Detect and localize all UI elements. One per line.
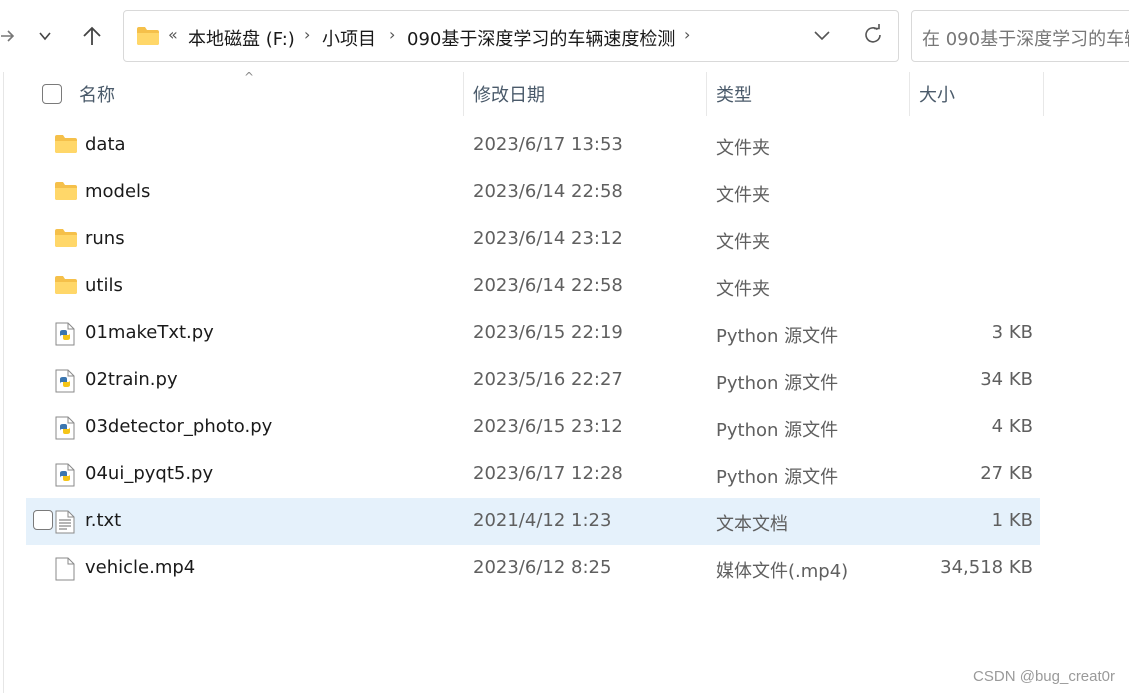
file-name[interactable]: runs <box>85 228 125 249</box>
file-type: Python 源文件 <box>716 420 839 441</box>
list-item[interactable]: vehicle.mp4 2023/6/12 8:25 媒体文件(.mp4) 34… <box>26 545 1040 592</box>
file-name[interactable]: 01makeTxt.py <box>85 322 214 343</box>
file-size: 34,518 KB <box>940 557 1033 578</box>
folder-icon <box>55 182 77 200</box>
file-type: Python 源文件 <box>716 326 839 347</box>
file-name[interactable]: 03detector_photo.py <box>85 416 272 437</box>
file-type: 文件夹 <box>716 279 770 300</box>
folder-icon <box>137 27 159 45</box>
search-box[interactable]: 在 090基于深度学习的车辆速度检测中搜索 <box>911 10 1129 62</box>
file-date: 2023/5/16 22:27 <box>473 369 623 390</box>
file-date: 2023/6/12 8:25 <box>473 557 612 578</box>
column-divider[interactable] <box>909 72 910 116</box>
file-date: 2023/6/14 22:58 <box>473 275 623 296</box>
generic-file-icon <box>55 557 75 581</box>
python-file-icon <box>55 369 75 393</box>
file-type: 文件夹 <box>716 185 770 206</box>
file-type: Python 源文件 <box>716 467 839 488</box>
list-item[interactable]: models 2023/6/14 22:58 文件夹 <box>26 169 1040 216</box>
row-checkbox[interactable] <box>33 510 53 530</box>
folder-icon <box>55 276 77 294</box>
file-name[interactable]: 02train.py <box>85 369 178 390</box>
watermark: CSDN @bug_creat0r <box>973 668 1115 685</box>
recent-locations-button[interactable] <box>30 18 60 54</box>
file-date: 2023/6/15 23:12 <box>473 416 623 437</box>
file-date: 2023/6/17 12:28 <box>473 463 623 484</box>
list-item[interactable]: data 2023/6/17 13:53 文件夹 <box>26 122 1040 169</box>
address-dropdown-icon[interactable] <box>812 25 832 45</box>
folder-icon <box>55 135 77 153</box>
column-divider[interactable] <box>706 72 707 116</box>
file-name[interactable]: utils <box>85 275 123 296</box>
search-input[interactable]: 在 090基于深度学习的车辆速度检测中搜索 <box>922 25 1129 51</box>
arrow-up-icon <box>83 26 101 45</box>
list-item[interactable]: utils 2023/6/14 22:58 文件夹 <box>26 263 1040 310</box>
file-date: 2021/4/12 1:23 <box>473 510 612 531</box>
breadcrumb-current[interactable]: 090基于深度学习的车辆速度检测 <box>407 25 675 51</box>
list-item[interactable]: 03detector_photo.py 2023/6/15 23:12 Pyth… <box>26 404 1040 451</box>
list-item[interactable]: 04ui_pyqt5.py 2023/6/17 12:28 Python 源文件… <box>26 451 1040 498</box>
column-size[interactable]: 大小 <box>919 81 955 107</box>
column-type[interactable]: 类型 <box>716 81 752 107</box>
file-type: 文件夹 <box>716 232 770 253</box>
column-date[interactable]: 修改日期 <box>473 81 545 107</box>
column-header: 名称 修改日期 类型 大小 <box>26 72 1046 116</box>
toolbar: « 本地磁盘 (F:) › 小项目 › 090基于深度学习的车辆速度检测 › 在… <box>0 0 1129 72</box>
file-size: 27 KB <box>980 463 1033 484</box>
file-list: data 2023/6/17 13:53 文件夹 models 2023/6/1… <box>26 122 1040 592</box>
breadcrumb-drive[interactable]: 本地磁盘 (F:) <box>188 25 295 51</box>
breadcrumb-separator[interactable]: › <box>389 25 395 44</box>
file-name[interactable]: 04ui_pyqt5.py <box>85 463 213 484</box>
file-name[interactable]: r.txt <box>85 510 121 531</box>
chevron-down-icon <box>39 32 51 41</box>
arrow-right-icon <box>1 30 15 42</box>
breadcrumb-folder[interactable]: 小项目 <box>322 25 376 51</box>
file-date: 2023/6/17 13:53 <box>473 134 623 155</box>
forward-button[interactable] <box>0 18 22 54</box>
list-item[interactable]: 02train.py 2023/5/16 22:27 Python 源文件 34… <box>26 357 1040 404</box>
python-file-icon <box>55 322 75 346</box>
text-file-icon <box>55 510 75 534</box>
file-name[interactable]: vehicle.mp4 <box>85 557 195 578</box>
file-name[interactable]: models <box>85 181 150 202</box>
list-item[interactable]: runs 2023/6/14 23:12 文件夹 <box>26 216 1040 263</box>
list-item[interactable]: 01makeTxt.py 2023/6/15 22:19 Python 源文件 … <box>26 310 1040 357</box>
file-size: 34 KB <box>980 369 1033 390</box>
column-divider[interactable] <box>463 72 464 116</box>
python-file-icon <box>55 463 75 487</box>
refresh-icon[interactable] <box>861 23 885 47</box>
list-item[interactable]: r.txt 2021/4/12 1:23 文本文档 1 KB <box>26 498 1040 545</box>
file-size: 3 KB <box>991 322 1033 343</box>
overflow-marker[interactable]: « <box>168 25 178 44</box>
file-type: 文本文档 <box>716 514 788 535</box>
up-button[interactable] <box>77 18 107 54</box>
file-size: 4 KB <box>991 416 1033 437</box>
file-type: Python 源文件 <box>716 373 839 394</box>
folder-icon <box>55 229 77 247</box>
column-divider[interactable] <box>1043 72 1044 116</box>
file-date: 2023/6/14 22:58 <box>473 181 623 202</box>
file-date: 2023/6/15 22:19 <box>473 322 623 343</box>
file-name[interactable]: data <box>85 134 126 155</box>
address-bar[interactable]: « 本地磁盘 (F:) › 小项目 › 090基于深度学习的车辆速度检测 › <box>123 10 899 62</box>
pane-divider <box>3 72 4 693</box>
file-type: 文件夹 <box>716 138 770 159</box>
breadcrumb-separator[interactable]: › <box>304 25 310 44</box>
select-all-checkbox[interactable] <box>42 84 62 104</box>
breadcrumb-separator[interactable]: › <box>684 25 690 44</box>
python-file-icon <box>55 416 75 440</box>
file-date: 2023/6/14 23:12 <box>473 228 623 249</box>
column-name[interactable]: 名称 <box>79 81 115 107</box>
file-type: 媒体文件(.mp4) <box>716 561 849 582</box>
file-size: 1 KB <box>991 510 1033 531</box>
